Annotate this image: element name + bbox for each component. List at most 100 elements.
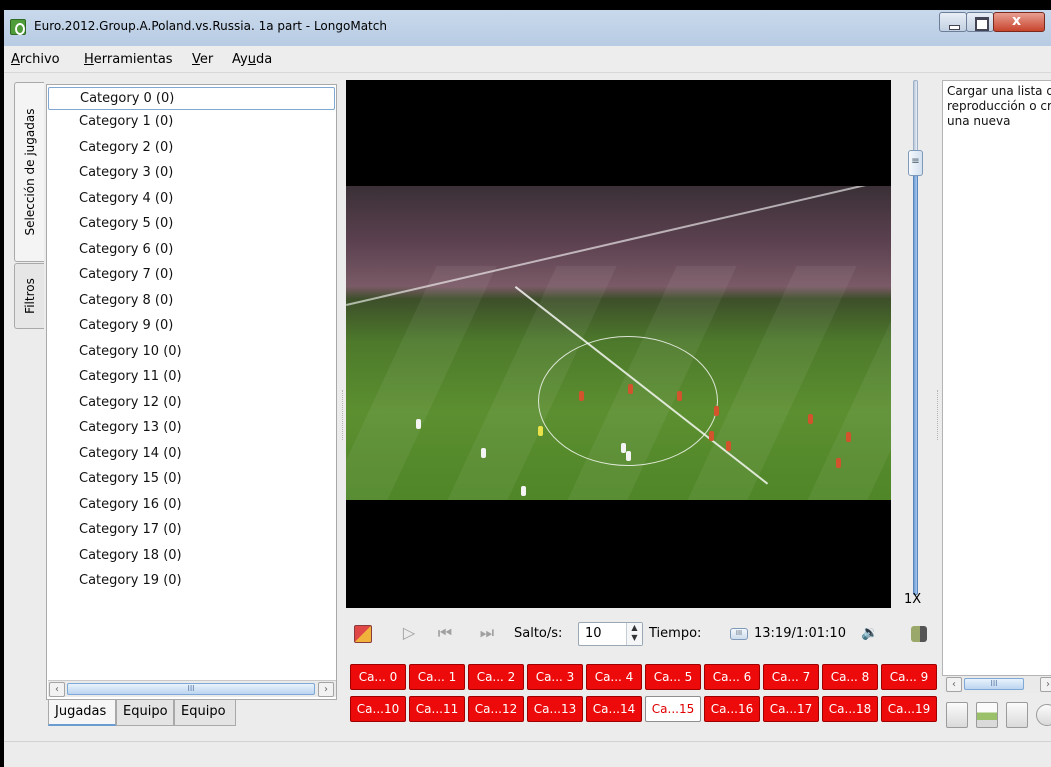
menu-archivo[interactable]: Archivo	[11, 52, 60, 67]
category-button[interactable]: Ca... 6	[704, 664, 760, 690]
video-frame	[346, 186, 891, 500]
speed-slider[interactable]: ≡	[904, 80, 928, 600]
tab-filters-label: Filtros	[22, 278, 37, 314]
category-button[interactable]: Ca...18	[822, 696, 878, 722]
category-horizontal-scrollbar[interactable]: ‹ III ›	[48, 680, 336, 697]
category-item[interactable]: Category 5 (0)	[47, 212, 336, 238]
category-item[interactable]: Category 6 (0)	[47, 238, 336, 264]
category-item[interactable]: Category 4 (0)	[47, 187, 336, 213]
menu-ayuda[interactable]: Ayuda	[232, 52, 272, 67]
speed-label: 1X	[904, 592, 922, 607]
left-splitter-handle[interactable]	[342, 390, 345, 440]
scroll-right-icon[interactable]: ›	[318, 682, 334, 697]
category-button[interactable]: Ca...17	[763, 696, 819, 722]
detach-icon[interactable]	[911, 626, 927, 642]
category-item[interactable]: Category 19 (0)	[47, 569, 336, 595]
scroll-left-icon[interactable]: ‹	[49, 682, 65, 697]
playlist-toolbar	[944, 700, 1051, 730]
speed-slider-thumb[interactable]: ≡	[908, 150, 923, 176]
video-player[interactable]	[346, 80, 891, 608]
category-item[interactable]: Category 8 (0)	[47, 289, 336, 315]
category-button[interactable]: Ca... 7	[763, 664, 819, 690]
minimize-button[interactable]	[939, 12, 967, 32]
title-bar: Euro.2012.Group.A.Poland.vs.Russia. 1a p…	[4, 10, 1051, 46]
category-button[interactable]: Ca... 2	[468, 664, 524, 690]
scrollbar-thumb[interactable]: III	[964, 678, 1024, 690]
tab-play-selection-label: Selección de jugadas	[22, 108, 37, 236]
previous-icon[interactable]: ⏮	[436, 624, 454, 642]
category-item[interactable]: Category 0 (0)	[48, 87, 335, 110]
close-icon: x	[1012, 13, 1022, 29]
maximize-button[interactable]	[966, 12, 994, 32]
category-item[interactable]: Category 9 (0)	[47, 314, 336, 340]
spinner-arrows-icon[interactable]: ▲ ▼	[626, 623, 642, 645]
time-slider-thumb[interactable]: III	[730, 628, 748, 640]
category-button[interactable]: Ca...12	[468, 696, 524, 722]
category-button[interactable]: Ca... 4	[586, 664, 642, 690]
left-vertical-tabs: Selección de jugadas Filtros	[14, 82, 44, 342]
category-button[interactable]: Ca... 5	[645, 664, 701, 690]
save-playlist-icon[interactable]	[1006, 702, 1028, 728]
tab-equipo-local[interactable]: Equipo	[116, 700, 174, 726]
scrollbar-thumb[interactable]: III	[67, 683, 315, 695]
close-button[interactable]: x	[993, 12, 1045, 32]
category-button[interactable]: Ca...19	[881, 696, 937, 722]
category-item[interactable]: Category 3 (0)	[47, 161, 336, 187]
category-button[interactable]: Ca...15	[645, 696, 701, 722]
tab-equipo-visitante[interactable]: Equipo	[174, 700, 236, 726]
category-button[interactable]: Ca...11	[409, 696, 465, 722]
category-button[interactable]: Ca... 0	[350, 664, 406, 690]
app-window: Euro.2012.Group.A.Poland.vs.Russia. 1a p…	[4, 10, 1051, 767]
scroll-right-icon[interactable]: ›	[1040, 677, 1051, 692]
category-button[interactable]: Ca...16	[704, 696, 760, 722]
time-label: Tiempo:	[649, 626, 702, 641]
status-bar	[4, 741, 1051, 767]
category-button[interactable]: Ca... 9	[881, 664, 937, 690]
tab-jugadas[interactable]: Jugadas	[48, 700, 116, 726]
menu-bar: Archivo Herramientas Ver Ayuda	[4, 46, 1051, 73]
speed-slider-fill	[913, 175, 918, 595]
jump-label: Salto/s:	[514, 626, 563, 641]
category-button[interactable]: Ca...10	[350, 696, 406, 722]
menu-herramientas[interactable]: Herramientas	[84, 52, 173, 67]
category-item[interactable]: Category 10 (0)	[47, 340, 336, 366]
category-item[interactable]: Category 14 (0)	[47, 442, 336, 468]
next-icon[interactable]: ⏭	[478, 624, 496, 642]
playlist-hint: Cargar una lista de reproducción o crear…	[947, 84, 1051, 128]
category-list: Category 0 (0) Category 1 (0) Category 2 (…	[47, 85, 336, 595]
menu-ver[interactable]: Ver	[192, 52, 213, 67]
play-icon[interactable]: ▷	[400, 624, 418, 642]
category-item[interactable]: Category 17 (0)	[47, 518, 336, 544]
category-tree: Category 0 (0) Category 1 (0) Category 2 (…	[46, 84, 337, 700]
tab-filters[interactable]: Filtros	[14, 263, 44, 329]
category-button[interactable]: Ca... 3	[527, 664, 583, 690]
open-playlist-icon[interactable]	[976, 702, 998, 728]
category-item[interactable]: Category 7 (0)	[47, 263, 336, 289]
category-item[interactable]: Category 13 (0)	[47, 416, 336, 442]
volume-icon[interactable]: 🔉	[861, 624, 879, 642]
window-title: Euro.2012.Group.A.Poland.vs.Russia. 1a p…	[34, 19, 387, 33]
new-playlist-icon[interactable]	[946, 702, 968, 728]
jump-seconds-spinner[interactable]: 10 ▲ ▼	[578, 622, 643, 646]
jump-seconds-value: 10	[585, 626, 602, 641]
category-button-grid: Ca... 0 Ca... 1 Ca... 2 Ca... 3 Ca... 4 Ca...…	[350, 664, 940, 726]
playlist-horizontal-scrollbar[interactable]: ‹ III ›	[944, 676, 1051, 693]
category-item[interactable]: Category 2 (0)	[47, 136, 336, 162]
record-icon[interactable]	[1036, 704, 1051, 726]
category-item[interactable]: Category 16 (0)	[47, 493, 336, 519]
playlist-panel: Cargar una lista de reproducción o crear…	[942, 80, 1051, 676]
category-button[interactable]: Ca... 1	[409, 664, 465, 690]
category-button[interactable]: Ca...13	[527, 696, 583, 722]
category-button[interactable]: Ca... 8	[822, 664, 878, 690]
right-splitter-handle[interactable]	[937, 390, 940, 440]
category-item[interactable]: Category 1 (0)	[47, 110, 336, 136]
scroll-left-icon[interactable]: ‹	[946, 677, 962, 692]
category-item[interactable]: Category 11 (0)	[47, 365, 336, 391]
category-item[interactable]: Category 18 (0)	[47, 544, 336, 570]
category-item[interactable]: Category 15 (0)	[47, 467, 336, 493]
tab-play-selection[interactable]: Selección de jugadas	[14, 82, 44, 262]
draw-tool-icon[interactable]	[354, 625, 372, 643]
longomatch-app-icon	[10, 19, 26, 35]
category-item[interactable]: Category 12 (0)	[47, 391, 336, 417]
category-button[interactable]: Ca...14	[586, 696, 642, 722]
